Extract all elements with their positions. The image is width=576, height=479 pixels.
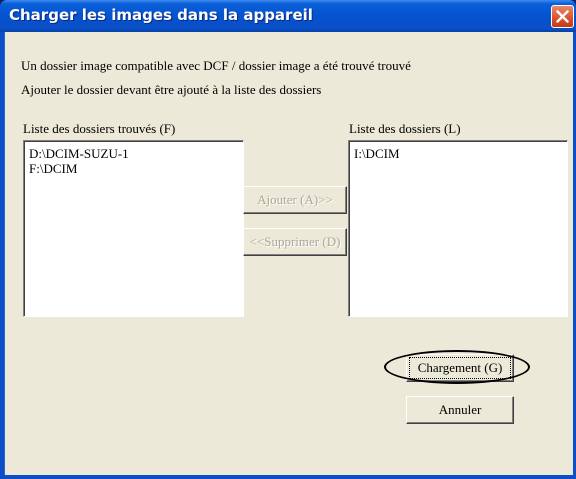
list-item[interactable]: I:\DCIM: [354, 146, 400, 162]
window-title: Charger les images dans la appareil: [9, 6, 313, 24]
title-bar[interactable]: Charger les images dans la appareil: [0, 0, 576, 32]
list-item[interactable]: D:\DCIM-SUZU-1: [29, 146, 129, 162]
close-button[interactable]: [551, 5, 574, 28]
message-line-2: Ajouter le dossier devant être ajouté à …: [21, 82, 322, 97]
folders-listbox[interactable]: I:\DCIM: [348, 140, 568, 317]
add-button[interactable]: Ajouter (A)>>: [243, 186, 347, 214]
load-button[interactable]: Chargement (G): [406, 354, 514, 382]
window-frame-bottom: [0, 475, 576, 479]
close-icon: [556, 10, 569, 23]
remove-button[interactable]: <<Supprimer (D): [243, 228, 347, 256]
found-folders-listbox[interactable]: D:\DCIM-SUZU-1 F:\DCIM: [23, 140, 244, 317]
cancel-button[interactable]: Annuler: [406, 396, 514, 424]
list-item[interactable]: F:\DCIM: [29, 161, 77, 177]
message-line-1: Un dossier image compatible avec DCF / d…: [21, 58, 411, 73]
found-folders-label: Liste des dossiers trouvés (F): [23, 121, 176, 136]
dialog-window: Charger les images dans la appareil Un d…: [0, 0, 576, 479]
folders-list-label: Liste des dossiers (L): [349, 121, 461, 136]
